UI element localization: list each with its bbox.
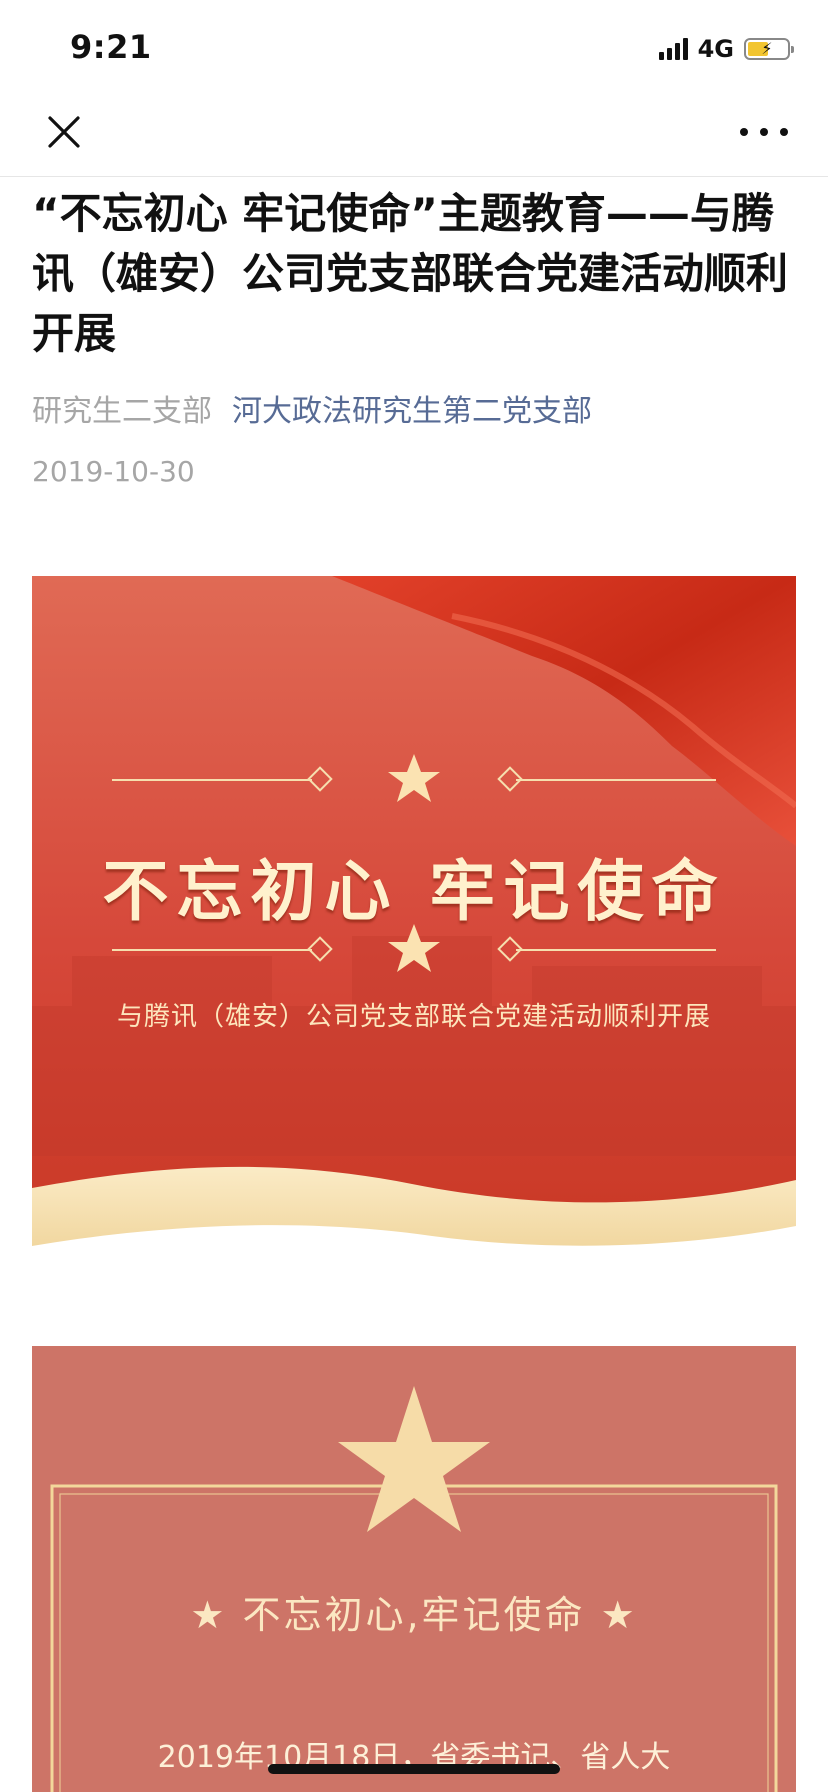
content-card: ★ 不忘初心,牢记使命 ★ 2019年10月18日，省委书记、省人大 xyxy=(32,1346,796,1792)
article-title: “不忘初心 牢记使命”主题教育——与腾讯（雄安）公司党支部联合党建活动顺利开展 xyxy=(32,189,789,358)
status-bar: 9:21 4G ⚡ xyxy=(0,0,828,96)
article-date: 2019-10-30 xyxy=(32,455,195,488)
star-icon xyxy=(338,1386,490,1532)
status-indicators: 4G ⚡ xyxy=(658,34,794,64)
article-meta: 研究生二支部 河大政法研究生第二党支部 xyxy=(32,392,592,432)
status-time: 9:21 xyxy=(70,28,152,66)
network-type: 4G xyxy=(697,35,734,63)
battery-charging-icon: ⚡ xyxy=(744,38,794,60)
close-button[interactable] xyxy=(44,112,84,152)
banner-subtitle: 与腾讯（雄安）公司党支部联合党建活动顺利开展 xyxy=(116,1002,711,1032)
nav-bar xyxy=(0,96,828,177)
signal-icon xyxy=(658,38,688,60)
account-link[interactable]: 河大政法研究生第二党支部 xyxy=(232,394,592,429)
banner-heading: 不忘初心 牢记使命 xyxy=(102,853,726,930)
home-indicator[interactable] xyxy=(268,1764,560,1774)
card-heading: ★ 不忘初心,牢记使命 ★ xyxy=(190,1593,638,1637)
banner-image: 不忘初心 牢记使命 与腾讯（雄安）公司党支部联合党建活动顺利开展 xyxy=(32,576,796,1246)
more-dots-icon xyxy=(740,128,748,136)
article-author: 研究生二支部 xyxy=(32,394,212,429)
close-icon xyxy=(48,116,80,148)
more-button[interactable] xyxy=(740,112,788,152)
building-silhouette xyxy=(32,936,796,1156)
